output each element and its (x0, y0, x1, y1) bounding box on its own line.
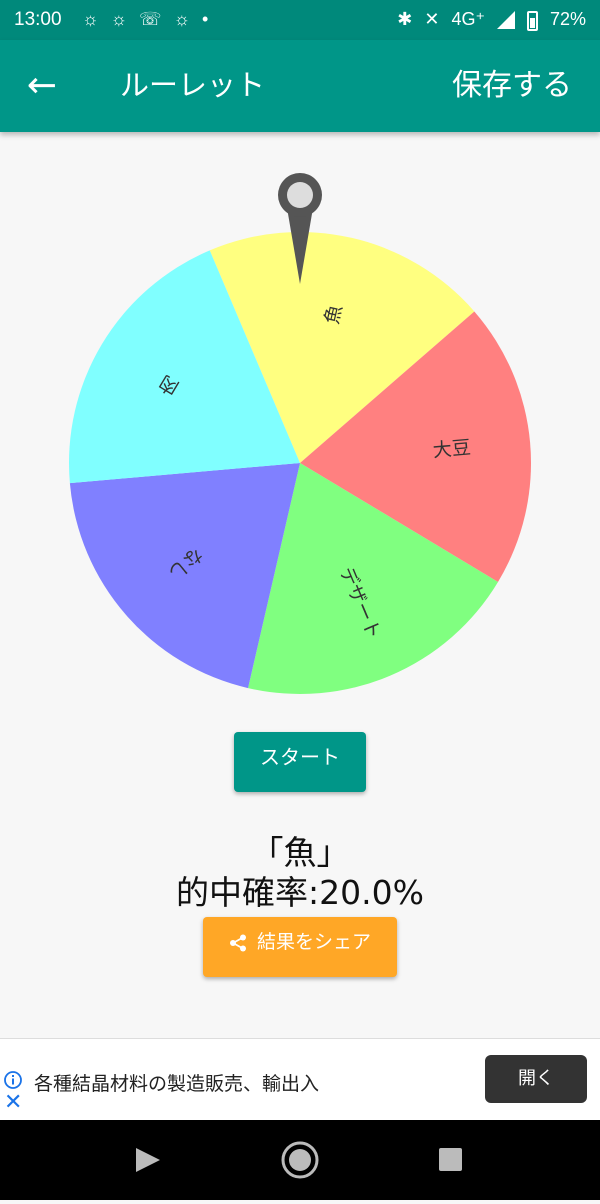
dot-icon: • (202, 9, 209, 29)
wifi-calling-on-icon: ☏ (139, 9, 162, 29)
hit-probability: 的中確率:20.0% (176, 873, 424, 912)
arrow-left-icon[interactable]: ← (22, 66, 62, 106)
ad-text[interactable]: 各種結晶材料の製造販売、輸出入 (34, 1069, 319, 1096)
info-icon[interactable] (4, 1071, 22, 1089)
status-time: 13:00 (14, 9, 62, 30)
network-type: 4G⁺ (451, 9, 485, 29)
battery-icon (526, 10, 538, 31)
system-icons: ✱ ✕ 4G⁺ 72% (397, 9, 586, 31)
bug-icon: ☼ (173, 9, 191, 29)
ad-open-button[interactable]: 開く (485, 1055, 587, 1103)
roulette-segment-label: 大豆 (432, 437, 472, 462)
status-bar: 13:00 ☼ ☼ ☏ ☼ • ✱ ✕ 4G⁺ 72% (0, 0, 600, 40)
share-icon (229, 934, 246, 951)
battery-percent: 72% (549, 9, 586, 29)
bug-icon: ☼ (82, 9, 99, 29)
share-button-label: 結果をシェア (257, 931, 372, 953)
close-icon[interactable]: ✕ (4, 1092, 24, 1114)
notification-icons: ☼ ☼ ☏ ☼ • (82, 9, 208, 30)
signal-icon (496, 10, 515, 29)
bluetooth-icon: ✱ (397, 9, 413, 29)
back-triangle-icon[interactable] (136, 1148, 160, 1172)
home-circle-inner (289, 1149, 311, 1171)
share-result-button[interactable]: 結果をシェア (203, 917, 397, 977)
app-bar: ← ルーレット 保存する (0, 40, 600, 132)
recents-square-icon[interactable] (439, 1148, 462, 1171)
mute-icon: ✕ (424, 9, 440, 29)
page-title: ルーレット (120, 68, 266, 102)
roulette-svg: 魚大豆デザートなし肉 (69, 173, 531, 694)
ad-banner[interactable]: 各種結晶材料の製造販売、輸出入 開く ✕ (0, 1038, 600, 1121)
start-button[interactable]: スタート (234, 732, 366, 792)
bug-icon: ☼ (110, 9, 128, 29)
save-button[interactable]: 保存する (452, 60, 572, 104)
nav-bar-icons (136, 1141, 462, 1179)
navigation-bar (0, 1120, 600, 1200)
roulette-wheel[interactable]: 魚大豆 デザート なし肉 (64, 168, 536, 696)
